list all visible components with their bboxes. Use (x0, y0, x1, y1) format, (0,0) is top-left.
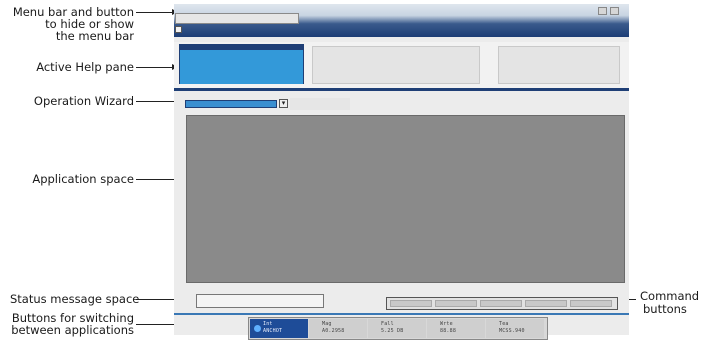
minimize-icon[interactable] (598, 7, 607, 15)
callout-menu-bar-leader (136, 12, 172, 13)
command-button-5[interactable] (570, 300, 612, 307)
app-name: Wrte (440, 321, 453, 327)
command-button-3[interactable] (480, 300, 522, 307)
bottom-divider (174, 313, 629, 315)
operation-wizard-selector[interactable] (185, 100, 277, 108)
help-band-divider (174, 88, 629, 91)
callout-command-buttons-line2: buttons (643, 302, 687, 316)
app-value: A0.2958 (322, 328, 345, 334)
chevron-down-icon: ▾ (281, 100, 286, 107)
app-switch-button-2[interactable]: Mag A0.2958 (309, 319, 367, 338)
app-value: 88.88 (440, 328, 457, 334)
application-switcher: Int ANCHOT Mag A0.2958 Fall 5.25 DB Wrte… (248, 317, 548, 340)
callout-operation-wizard: Operation Wizard (33, 94, 134, 108)
application-space[interactable] (186, 115, 625, 283)
command-buttons-group (386, 297, 618, 310)
app-switch-button-4[interactable]: Wrte 88.88 (427, 319, 485, 338)
active-app-indicator-icon (254, 325, 261, 332)
callout-switch-buttons-line2: between applications (11, 323, 134, 337)
app-name: Mag (322, 321, 332, 327)
command-button-2[interactable] (435, 300, 477, 307)
app-switch-button-5[interactable]: Tea MCSS.940 (486, 319, 544, 338)
help-pane-2[interactable] (312, 46, 480, 84)
app-value: ANCHOT (263, 328, 283, 334)
command-button-1[interactable] (390, 300, 432, 307)
close-icon[interactable] (610, 7, 619, 15)
app-value: 5.25 DB (381, 328, 404, 334)
wizard-ghost-area (290, 98, 350, 110)
application-window: ▾ Int ANCHOT Mag A0.2958 Fall 5.25 DB Wr… (174, 4, 629, 340)
app-value: MCSS.940 (499, 328, 525, 334)
active-help-pane[interactable] (179, 44, 304, 84)
menu-bar[interactable] (175, 13, 299, 24)
app-name: Tea (499, 321, 509, 327)
callout-active-help-leader (136, 67, 172, 68)
callout-application-space: Application space (32, 172, 134, 186)
app-name: Fall (381, 321, 394, 327)
wizard-dropdown-button[interactable]: ▾ (279, 99, 288, 108)
callout-active-help: Active Help pane (36, 60, 134, 74)
command-button-4[interactable] (525, 300, 567, 307)
app-switch-button-3[interactable]: Fall 5.25 DB (368, 319, 426, 338)
callout-menu-bar-line3: the menu bar (55, 29, 134, 43)
help-pane-3[interactable] (498, 46, 620, 84)
app-switch-button-1[interactable]: Int ANCHOT (250, 319, 308, 338)
app-name: Int (263, 321, 273, 327)
callout-operation-wizard-leader (136, 101, 178, 102)
callout-status-message: Status message space (10, 292, 140, 306)
callout-command-buttons-line1: Command (640, 289, 700, 303)
menu-bar-toggle-button[interactable] (175, 26, 182, 33)
status-message-field (196, 294, 324, 308)
